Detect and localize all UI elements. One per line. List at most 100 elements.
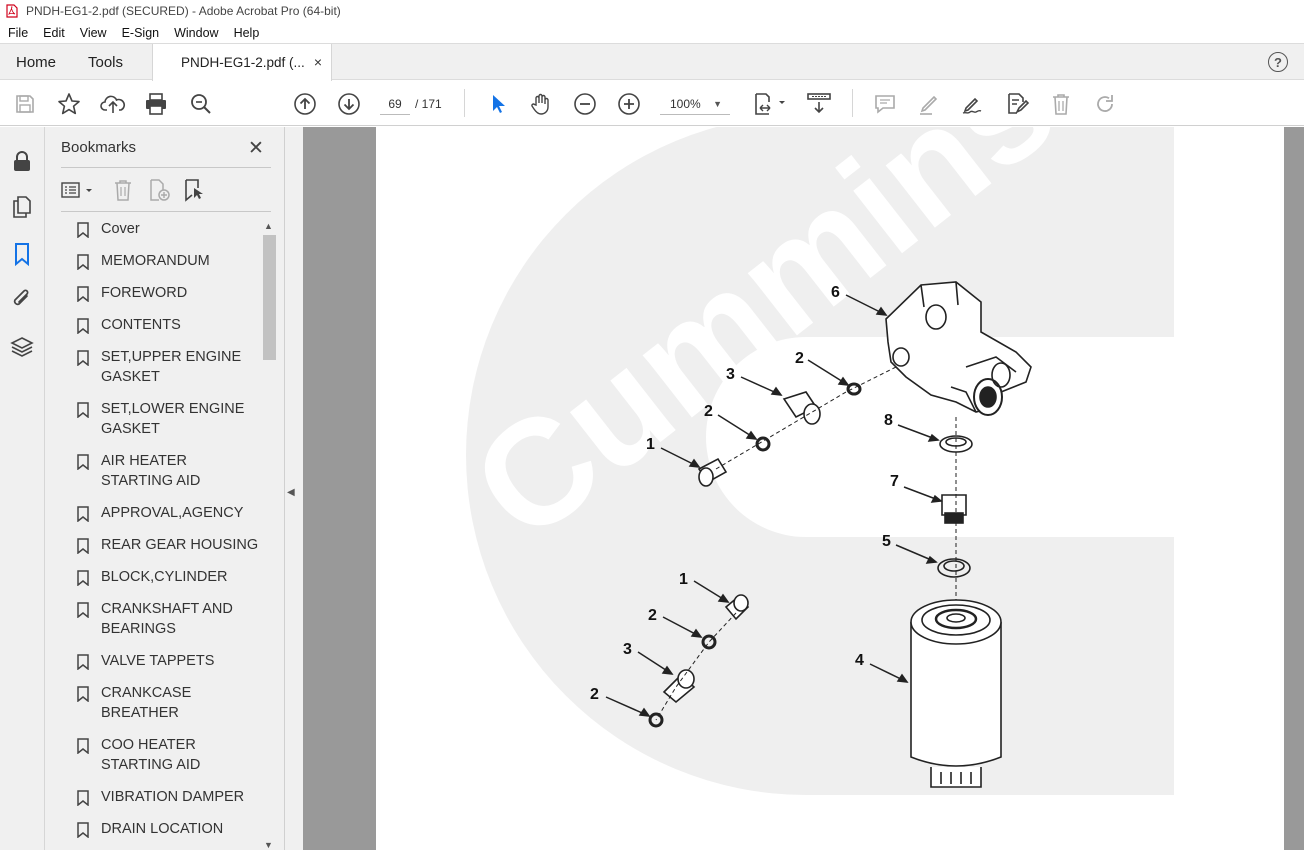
callout-label: 7 — [890, 473, 899, 490]
parts-diagram: Cummins 6 2 3 2 1 8 7 5 1 2 3 2 4 — [442, 127, 1174, 795]
help-icon[interactable]: ? — [1268, 52, 1288, 72]
bookmark-icon — [77, 350, 89, 372]
toolbar-divider — [852, 89, 853, 117]
bookmark-star-icon[interactable] — [56, 91, 82, 117]
menu-window[interactable]: Window — [166, 26, 225, 40]
options-menu-icon[interactable] — [61, 177, 97, 203]
bookmark-icon — [77, 602, 89, 624]
delete-bookmark-icon[interactable] — [113, 177, 133, 203]
callout-label: 2 — [590, 686, 599, 703]
bookmark-label: FOREWORD — [101, 285, 188, 301]
bookmark-item[interactable]: VALVE TAPPETS — [61, 651, 261, 671]
panel-title: Bookmarks — [61, 139, 137, 156]
page-total: / 171 — [415, 97, 442, 111]
bookmark-icon — [77, 286, 89, 308]
divider — [61, 211, 271, 212]
bookmark-scrollbar[interactable]: ▲ ▼ — [261, 219, 276, 850]
redo-icon[interactable] — [1092, 91, 1118, 117]
bookmark-item[interactable]: FOREWORD — [61, 283, 261, 303]
title-bar: PNDH-EG1-2.pdf (SECURED) - Adobe Acrobat… — [0, 0, 1304, 22]
zoom-in-icon[interactable] — [616, 91, 642, 117]
zoom-out-icon[interactable] — [572, 91, 598, 117]
tab-close-icon[interactable]: × — [314, 54, 322, 70]
upload-icon[interactable] — [100, 91, 126, 117]
bookmark-icon — [77, 318, 89, 340]
zoom-level-select[interactable]: 100% ▼ — [660, 93, 730, 115]
bookmark-item[interactable]: MEMORANDUM — [61, 251, 261, 271]
bookmark-icon — [77, 686, 89, 708]
cummins-watermark: Cummins — [442, 127, 1174, 795]
print-icon[interactable] — [143, 91, 169, 117]
menu-help[interactable]: Help — [226, 26, 267, 40]
tab-document-label: PNDH-EG1-2.pdf (... — [181, 55, 305, 70]
layers-icon[interactable] — [10, 335, 34, 359]
scroll-up-icon[interactable]: ▲ — [264, 221, 273, 231]
bookmark-icon — [77, 402, 89, 424]
close-icon[interactable]: ✕ — [248, 137, 264, 160]
tab-tools[interactable]: Tools — [88, 44, 123, 80]
delete-icon[interactable] — [1048, 91, 1074, 117]
bookmark-label: VALVE TAPPETS — [101, 653, 215, 669]
search-zoom-icon[interactable] — [188, 91, 214, 117]
bookmark-label: BLOCK,CYLINDER — [101, 569, 228, 585]
save-icon[interactable] — [12, 91, 38, 117]
callout-label: 2 — [795, 350, 804, 367]
bookmark-item[interactable]: APPROVAL,AGENCY — [61, 503, 261, 523]
menu-view[interactable]: View — [72, 26, 114, 40]
attachment-icon[interactable] — [10, 287, 34, 311]
menu-edit[interactable]: Edit — [35, 26, 72, 40]
new-bookmark-icon[interactable] — [147, 177, 171, 203]
bookmark-item[interactable]: REAR GEAR HOUSING — [61, 535, 261, 555]
comment-icon[interactable] — [872, 91, 898, 117]
acrobat-pdf-icon — [6, 4, 18, 18]
sign-icon[interactable] — [960, 91, 986, 117]
page-number-input[interactable]: 69 — [380, 93, 410, 115]
bookmark-panel-icon[interactable] — [10, 242, 34, 266]
find-bookmark-icon[interactable] — [183, 177, 207, 203]
bookmark-label: COO HEATER STARTING AID — [101, 737, 201, 773]
select-cursor-icon[interactable] — [484, 91, 510, 117]
bookmark-item[interactable]: CRANKSHAFT AND BEARINGS — [61, 599, 261, 639]
edit-pdf-icon[interactable] — [1004, 91, 1030, 117]
bookmark-item[interactable]: VIBRATION DAMPER — [61, 787, 261, 807]
toolbar-divider — [464, 89, 465, 117]
callout-label: 5 — [882, 533, 891, 550]
bookmark-item[interactable]: AIR HEATER STARTING AID — [61, 451, 261, 491]
collapse-panel-icon[interactable]: ◀ — [287, 487, 295, 498]
bookmark-item[interactable]: SET,UPPER ENGINE GASKET — [61, 347, 261, 387]
bookmark-icon — [77, 822, 89, 844]
bookmark-item[interactable]: DRAIN LOCATION — [61, 819, 261, 839]
pages-thumbnail-icon[interactable] — [10, 195, 34, 219]
bookmark-item[interactable]: CONTENTS — [61, 315, 261, 335]
scrollbar-thumb[interactable] — [263, 235, 276, 360]
bookmark-item[interactable]: COO HEATER STARTING AID — [61, 735, 261, 775]
prev-page-icon[interactable] — [292, 91, 318, 117]
lock-icon[interactable] — [10, 149, 34, 173]
next-page-icon[interactable] — [336, 91, 362, 117]
bookmark-icon — [77, 454, 89, 476]
callout-label: 3 — [726, 366, 735, 383]
menu-file[interactable]: File — [0, 26, 35, 40]
bookmark-label: CRANKSHAFT AND BEARINGS — [101, 601, 233, 637]
bookmark-item[interactable]: SET,LOWER ENGINE GASKET — [61, 399, 261, 439]
tab-document[interactable]: PNDH-EG1-2.pdf (... × — [152, 44, 332, 81]
bookmark-label: APPROVAL,AGENCY — [101, 505, 244, 521]
bookmark-item[interactable]: BLOCK,CYLINDER — [61, 567, 261, 587]
drain-plug-part — [941, 494, 967, 524]
hand-icon[interactable] — [528, 91, 554, 117]
zoom-level-value: 100% — [670, 97, 701, 111]
bookmark-icon — [77, 790, 89, 812]
callout-label: 6 — [831, 284, 840, 301]
bookmark-icon — [77, 506, 89, 528]
highlight-icon[interactable] — [916, 91, 942, 117]
document-viewport[interactable]: Cummins 6 2 3 2 1 8 7 5 1 2 3 2 4 — [285, 127, 1304, 850]
scroll-down-icon[interactable]: ▼ — [264, 840, 273, 850]
bookmark-item[interactable]: CRANKCASE BREATHER — [61, 683, 261, 723]
bookmark-icon — [77, 222, 89, 244]
tab-home[interactable]: Home — [16, 44, 56, 80]
scroll-mode-icon[interactable] — [806, 91, 832, 117]
bookmark-item[interactable]: Cover — [61, 219, 261, 239]
menu-esign[interactable]: E-Sign — [114, 26, 167, 40]
menu-bar: File Edit View E-Sign Window Help — [0, 22, 1304, 43]
page-fit-icon[interactable] — [752, 91, 788, 117]
